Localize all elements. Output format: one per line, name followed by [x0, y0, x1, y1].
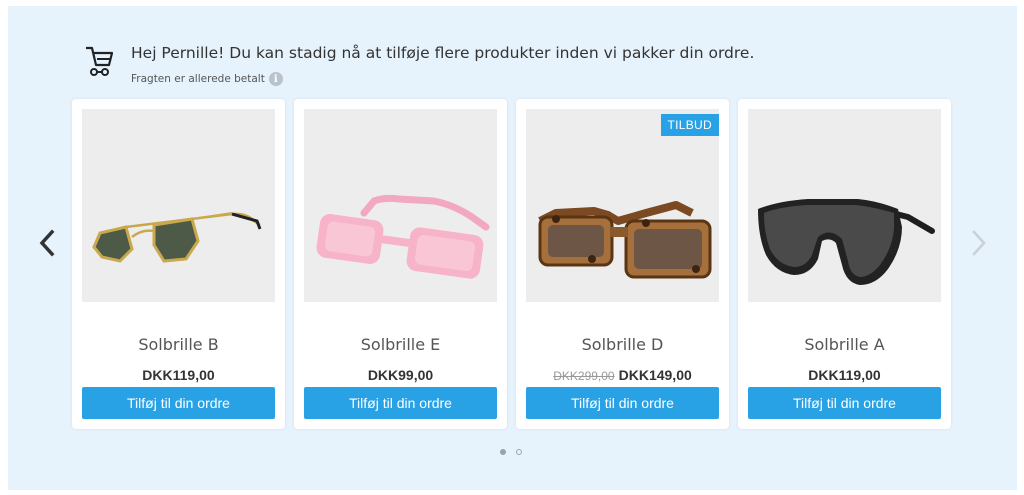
pagination-dot-1[interactable] [500, 449, 506, 455]
product-price: DKK119,00 [72, 367, 285, 383]
current-price: DKK99,00 [367, 367, 434, 383]
add-to-order-button[interactable]: Tilføj til din ordre [304, 387, 497, 419]
shipping-note: Fragten er allerede betalt i [131, 72, 283, 86]
product-card[interactable]: Solbrille B DKK119,00 Tilføj til din ord… [72, 99, 285, 429]
carousel-pagination [500, 449, 522, 455]
product-price: DKK99,00 [294, 367, 507, 383]
shopping-cart-icon [86, 46, 114, 76]
current-price: DKK149,00 [618, 367, 692, 383]
product-image[interactable] [748, 109, 941, 302]
chevron-right-icon[interactable] [966, 226, 992, 260]
product-name[interactable]: Solbrille A [738, 335, 951, 354]
product-image[interactable] [304, 109, 497, 302]
product-name[interactable]: Solbrille B [72, 335, 285, 354]
sale-badge: TILBUD [660, 114, 719, 136]
product-price: DKK119,00 [738, 367, 951, 383]
product-name[interactable]: Solbrille D [516, 335, 729, 354]
pagination-dot-2[interactable] [516, 449, 522, 455]
current-price: DKK119,00 [808, 367, 881, 383]
product-image[interactable] [526, 109, 719, 302]
add-to-order-button[interactable]: Tilføj til din ordre [82, 387, 275, 419]
info-icon[interactable]: i [268, 72, 283, 86]
product-card[interactable]: Solbrille A DKK119,00 Tilføj til din ord… [738, 99, 951, 429]
product-card[interactable]: TILBUD Solbrille D DKK299,00 DKK149,00 Ti… [516, 99, 729, 429]
add-to-order-button[interactable]: Tilføj til din ordre [526, 387, 719, 419]
add-to-order-button[interactable]: Tilføj til din ordre [748, 387, 941, 419]
product-name[interactable]: Solbrille E [294, 335, 507, 354]
product-price: DKK299,00 DKK149,00 [516, 367, 729, 383]
original-price: DKK299,00 [553, 369, 615, 383]
chevron-left-icon[interactable] [34, 226, 60, 260]
product-card[interactable]: Solbrille E DKK99,00 Tilføj til din ordr… [294, 99, 507, 429]
upsell-headline: Hej Pernille! Du kan stadig nå at tilføj… [131, 44, 755, 62]
shipping-note-text: Fragten er allerede betalt [131, 73, 265, 85]
current-price: DKK119,00 [142, 367, 215, 383]
product-image[interactable] [82, 109, 275, 302]
